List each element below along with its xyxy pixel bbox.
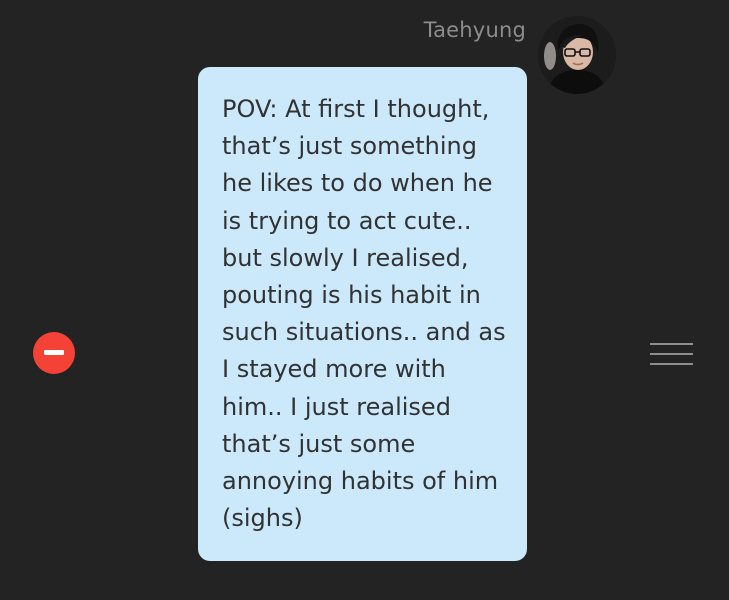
sender-name: Taehyung xyxy=(423,18,526,42)
delete-button[interactable] xyxy=(33,332,75,374)
hamburger-icon-line xyxy=(650,363,693,365)
minus-circle-icon xyxy=(44,350,64,355)
hamburger-icon-line xyxy=(650,353,693,355)
drag-handle[interactable] xyxy=(650,343,693,365)
avatar-image xyxy=(538,16,616,94)
message-text: POV: At first I thought, that’s just som… xyxy=(222,95,506,533)
avatar[interactable] xyxy=(538,16,616,94)
message-bubble[interactable]: POV: At first I thought, that’s just som… xyxy=(198,67,527,561)
hamburger-icon xyxy=(650,343,693,345)
